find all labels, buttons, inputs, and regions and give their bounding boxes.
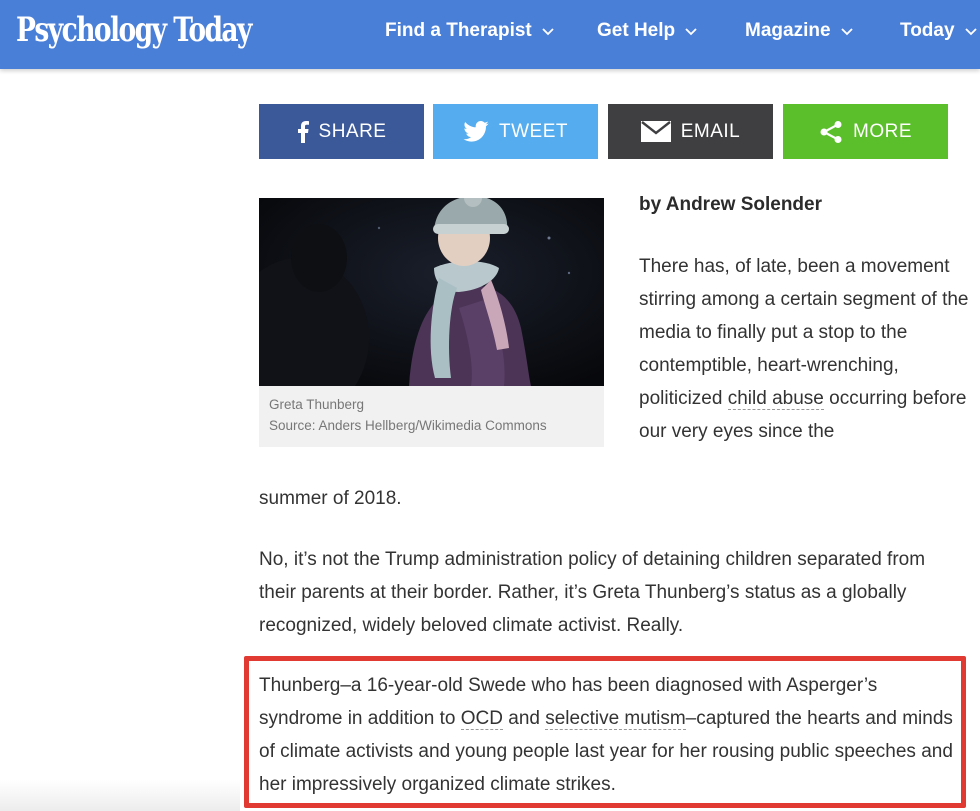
email-icon xyxy=(640,121,671,142)
twitter-tweet-button[interactable]: TWEET xyxy=(433,104,598,159)
nav-label: Today xyxy=(900,20,955,41)
article-intro-continued: summer of 2018. xyxy=(259,488,402,509)
nav-get-help[interactable]: Get Help xyxy=(597,19,698,43)
article-intro: There has, of late, been a movement stir… xyxy=(639,250,969,448)
more-share-label: MORE xyxy=(853,120,912,142)
site-logo[interactable]: Psychology Today xyxy=(16,5,252,55)
more-share-button[interactable]: MORE xyxy=(783,104,948,159)
highlight-box xyxy=(244,656,966,808)
article-byline: by Andrew Solender xyxy=(639,194,822,215)
figure-caption: Greta Thunberg Source: Anders Hellberg/W… xyxy=(269,394,547,436)
chevron-down-icon xyxy=(684,24,698,38)
twitter-tweet-label: TWEET xyxy=(499,120,568,142)
facebook-share-button[interactable]: SHARE xyxy=(259,104,424,159)
nav-label: Get Help xyxy=(597,20,676,41)
nav-label: Find a Therapist xyxy=(385,20,532,41)
nav-find-a-therapist[interactable]: Find a Therapist xyxy=(385,19,555,43)
bottom-shadow xyxy=(0,780,240,811)
article-photo[interactable] xyxy=(259,198,604,386)
intro-text: There has, of late, been a movement stir… xyxy=(639,256,969,409)
chevron-down-icon xyxy=(541,24,555,38)
site-header: Psychology Today Find a Therapist Get He… xyxy=(0,0,980,69)
nav-label: Magazine xyxy=(745,20,831,41)
article-figure: Greta Thunberg Source: Anders Hellberg/W… xyxy=(259,198,604,447)
chevron-down-icon xyxy=(840,24,854,38)
caption-source: Source: Anders Hellberg/Wikimedia Common… xyxy=(269,418,547,433)
email-share-button[interactable]: EMAIL xyxy=(608,104,773,159)
nav-today[interactable]: Today xyxy=(900,19,978,43)
facebook-icon xyxy=(297,120,309,143)
caption-title: Greta Thunberg xyxy=(269,397,365,412)
facebook-share-label: SHARE xyxy=(318,120,387,142)
nav-magazine[interactable]: Magazine xyxy=(745,19,854,43)
share-icon xyxy=(819,120,843,144)
child-abuse-link[interactable]: child abuse xyxy=(727,388,824,410)
email-share-label: EMAIL xyxy=(680,120,741,142)
chevron-down-icon xyxy=(964,24,978,38)
article-paragraph-2: No, it’s not the Trump administration po… xyxy=(259,549,926,636)
twitter-icon xyxy=(463,121,489,142)
